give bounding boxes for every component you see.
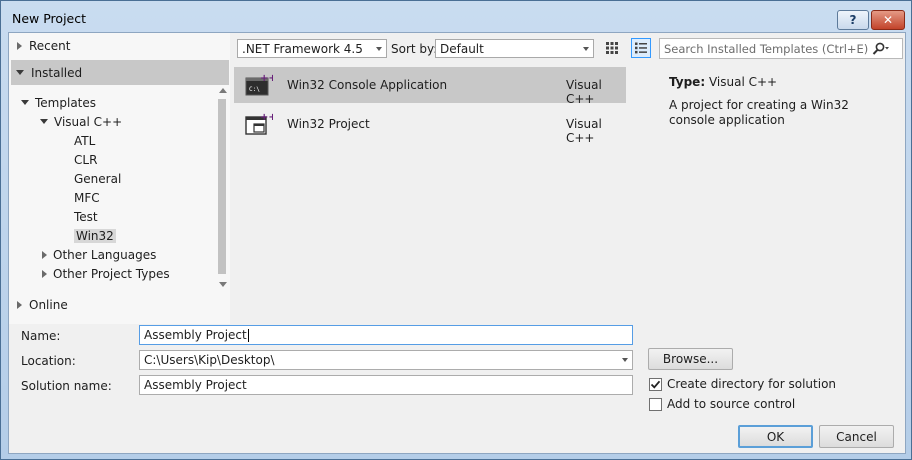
template-language: Visual C++: [566, 78, 602, 106]
template-language: Visual C++: [566, 117, 602, 145]
template-description: A project for creating a Win32 console a…: [669, 98, 849, 127]
grid-view-icon: [606, 42, 618, 54]
tree-scrollbar[interactable]: [216, 85, 229, 292]
template-row-win32[interactable]: ++ Win32 Project Visual C++: [234, 106, 626, 145]
tree-item-templates[interactable]: Templates: [21, 93, 96, 112]
scroll-thumb[interactable]: [218, 99, 226, 274]
win32-project-icon: ++: [245, 111, 277, 137]
help-button[interactable]: ?: [837, 10, 869, 30]
tree-item-label: Test: [74, 209, 98, 224]
create-directory-option[interactable]: Create directory for solution: [649, 375, 836, 393]
collapse-arrow-icon[interactable]: [16, 70, 24, 75]
template-type: Type: Visual C++: [669, 75, 777, 89]
search-placeholder: Search Installed Templates (Ctrl+E): [664, 41, 869, 56]
nav-installed[interactable]: Installed: [11, 60, 229, 85]
search-templates-input[interactable]: Search Installed Templates (Ctrl+E): [659, 38, 903, 59]
tree-item-templates-label: Templates: [35, 95, 97, 110]
browse-button[interactable]: Browse...: [648, 348, 733, 370]
expand-arrow-icon[interactable]: [42, 250, 47, 259]
tree-item-win32[interactable]: Win32: [74, 226, 116, 245]
small-icons-view-button[interactable]: [602, 38, 622, 58]
chevron-down-icon: [376, 47, 382, 51]
expand-arrow-icon[interactable]: [42, 269, 47, 278]
cancel-button[interactable]: Cancel: [819, 425, 894, 448]
search-icon[interactable]: [872, 42, 890, 59]
tree-item-mfc[interactable]: MFC: [74, 188, 100, 207]
nav-online[interactable]: Online: [13, 295, 68, 315]
tree-item-visual-cpp-label: Visual C++: [54, 114, 123, 129]
tree-item-general[interactable]: General: [74, 169, 121, 188]
collapse-arrow-icon[interactable]: [40, 119, 48, 124]
framework-select[interactable]: .NET Framework 4.5: [237, 39, 387, 58]
tree-item-other-project-types-label: Other Project Types: [53, 266, 170, 281]
tree-item-clr[interactable]: CLR: [74, 150, 97, 169]
close-button[interactable]: ✕: [871, 10, 905, 30]
tree-item-other-languages-label: Other Languages: [53, 247, 157, 262]
solution-name-value: Assembly Project: [144, 378, 247, 392]
svg-text:++: ++: [260, 73, 273, 84]
tree-item-other-languages[interactable]: Other Languages: [42, 245, 156, 264]
create-directory-label: Create directory for solution: [667, 377, 837, 391]
chevron-down-icon[interactable]: [622, 358, 628, 362]
nav-recent-label: Recent: [29, 39, 71, 53]
expand-arrow-icon[interactable]: [17, 301, 22, 309]
svg-text:C:\: C:\: [249, 86, 260, 93]
location-label: Location:: [21, 354, 76, 368]
expand-arrow-icon[interactable]: [17, 42, 22, 50]
checkmark-icon: [650, 380, 661, 389]
template-name: Win32 Console Application: [287, 78, 448, 92]
dialog-title: New Project: [12, 11, 87, 26]
framework-select-value: .NET Framework 4.5: [242, 41, 363, 56]
tree-item-label: ATL: [74, 133, 96, 148]
tree-item-test[interactable]: Test: [74, 207, 98, 226]
source-control-label: Add to source control: [667, 397, 796, 411]
title-bar[interactable]: New Project ? ✕: [1, 1, 911, 35]
svg-text:++: ++: [260, 112, 273, 123]
scroll-up-arrow-icon[interactable]: [219, 88, 227, 93]
project-name-field[interactable]: Assembly Project: [139, 325, 633, 345]
dialog-client-area: Recent Installed Templates Visual C++ AT…: [8, 32, 906, 454]
template-categories-pane: Recent Installed Templates Visual C++ AT…: [9, 33, 230, 324]
tree-item-label: General: [74, 171, 122, 186]
name-label: Name:: [21, 329, 61, 343]
template-toolbar: .NET Framework 4.5 Sort by: Default Sear…: [234, 37, 905, 60]
tree-item-label-selected: Win32: [74, 228, 116, 243]
list-view-button[interactable]: [631, 38, 651, 58]
sort-by-label: Sort by:: [391, 42, 438, 56]
template-name: Win32 Project: [287, 117, 370, 131]
collapse-arrow-icon[interactable]: [21, 100, 29, 105]
project-name-value: Assembly Project: [144, 328, 247, 342]
type-label: Type:: [669, 75, 706, 89]
text-caret: [247, 328, 249, 342]
sort-by-select-value: Default: [440, 41, 484, 56]
tree-item-label: CLR: [74, 152, 98, 167]
console-app-icon: C:\ ++: [245, 72, 277, 98]
scroll-down-arrow-icon[interactable]: [219, 282, 227, 287]
sort-by-select[interactable]: Default: [435, 39, 594, 58]
nav-installed-label: Installed: [31, 65, 83, 80]
nav-online-label: Online: [29, 298, 68, 312]
type-value: Visual C++: [708, 75, 778, 89]
tree-item-atl[interactable]: ATL: [74, 131, 95, 150]
location-field[interactable]: C:\Users\Kip\Desktop\: [139, 350, 633, 370]
tree-item-other-project-types[interactable]: Other Project Types: [42, 264, 170, 283]
create-directory-checkbox[interactable]: [649, 377, 662, 391]
tree-item-label: MFC: [74, 190, 100, 205]
template-details-pane: Type: Visual C++ A project for creating …: [633, 66, 905, 290]
source-control-checkbox[interactable]: [649, 397, 662, 411]
solution-name-field[interactable]: Assembly Project: [139, 375, 633, 395]
nav-recent[interactable]: Recent: [17, 34, 70, 58]
chevron-down-icon: [583, 47, 589, 51]
new-project-dialog: New Project ? ✕ Recent Installed Templat…: [0, 0, 912, 460]
solution-name-label: Solution name:: [21, 379, 112, 393]
location-value: C:\Users\Kip\Desktop\: [144, 353, 275, 367]
source-control-option[interactable]: Add to source control: [649, 395, 795, 413]
list-view-icon: [635, 42, 647, 54]
template-list: C:\ ++ Win32 Console Application Visual …: [234, 66, 626, 290]
tree-item-visual-cpp[interactable]: Visual C++: [40, 112, 122, 131]
ok-button[interactable]: OK: [738, 425, 813, 448]
template-row-console[interactable]: C:\ ++ Win32 Console Application Visual …: [234, 67, 626, 106]
